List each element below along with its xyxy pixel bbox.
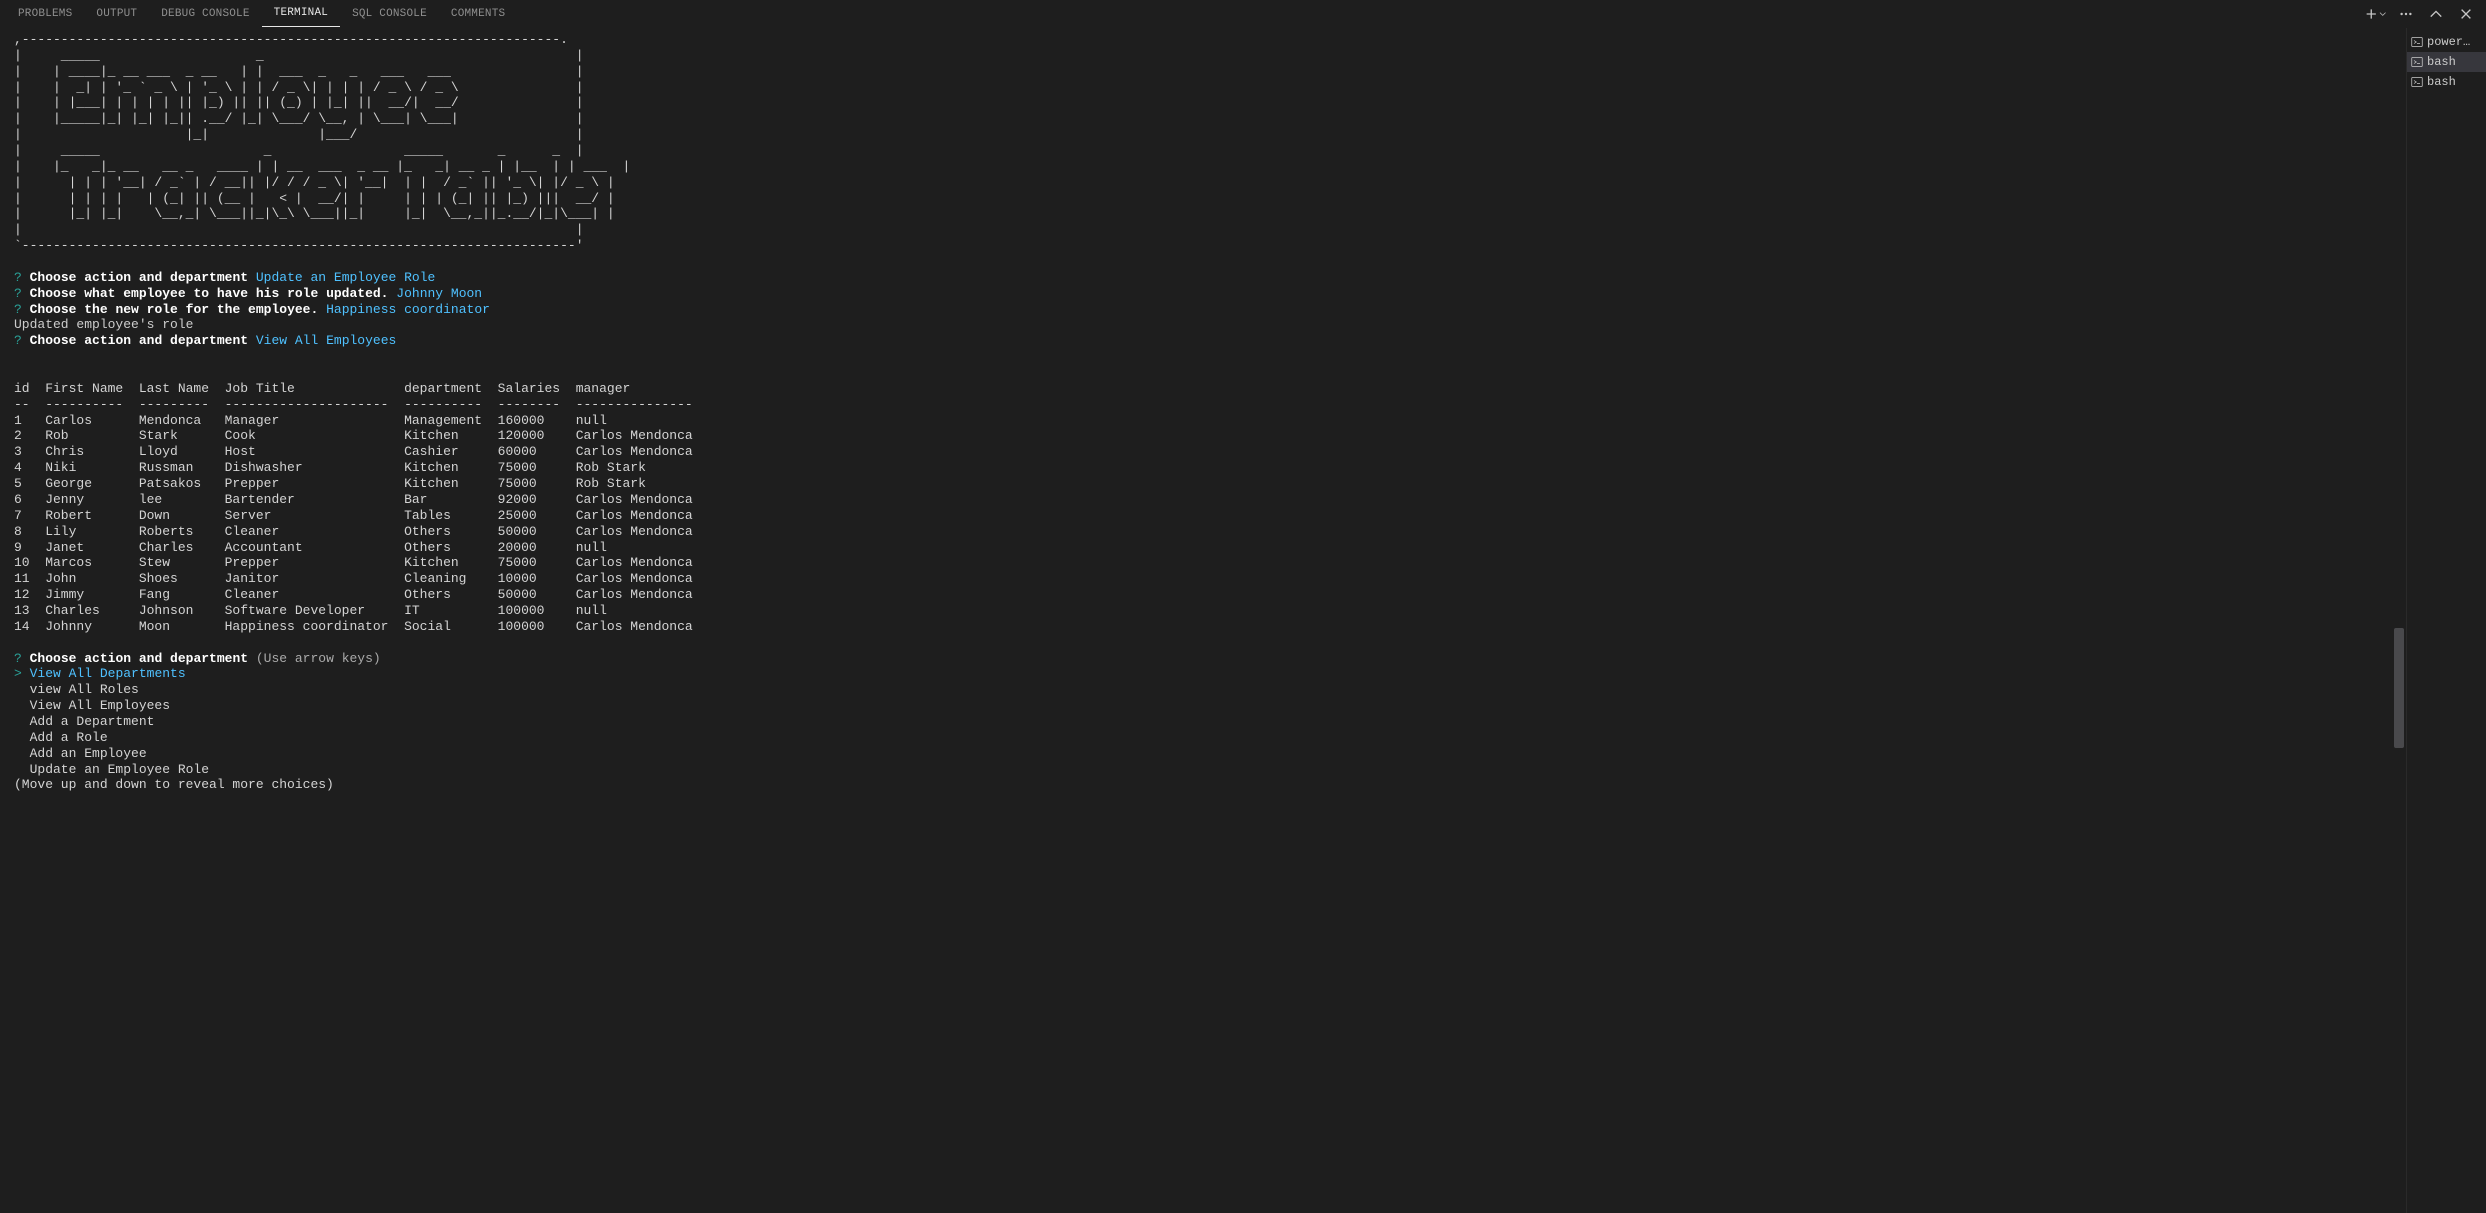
tab-debug-console[interactable]: DEBUG CONSOLE — [149, 0, 261, 27]
tab-sql-console[interactable]: SQL CONSOLE — [340, 0, 439, 27]
new-terminal-button[interactable] — [2366, 4, 2386, 24]
panel-tabs: PROBLEMS OUTPUT DEBUG CONSOLE TERMINAL S… — [0, 0, 2486, 28]
terminal-item-label: bash — [2427, 75, 2456, 89]
terminal-item-powershell[interactable]: power… — [2407, 32, 2486, 52]
terminal-icon — [2411, 76, 2423, 88]
chevron-down-icon — [2379, 9, 2387, 19]
tab-terminal[interactable]: TERMINAL — [262, 0, 340, 27]
terminal-item-label: power… — [2427, 35, 2470, 49]
terminal-viewport[interactable]: ,---------------------------------------… — [0, 28, 2406, 1213]
terminal-list: power… bash bash — [2406, 28, 2486, 1213]
maximize-panel-button[interactable] — [2426, 4, 2446, 24]
plus-icon — [2366, 7, 2377, 21]
terminal-item-bash-2[interactable]: bash — [2407, 72, 2486, 92]
more-icon[interactable] — [2396, 4, 2416, 24]
panel-actions — [2366, 4, 2480, 24]
terminal-icon — [2411, 56, 2423, 68]
tab-comments[interactable]: COMMENTS — [439, 0, 517, 27]
close-icon — [2459, 7, 2473, 21]
chevron-up-icon — [2429, 7, 2443, 21]
close-panel-button[interactable] — [2456, 4, 2476, 24]
terminal-output: ,---------------------------------------… — [0, 28, 2406, 797]
terminal-item-bash-1[interactable]: bash — [2407, 52, 2486, 72]
tab-output[interactable]: OUTPUT — [84, 0, 149, 27]
scrollbar-thumb[interactable] — [2394, 628, 2404, 748]
terminal-item-label: bash — [2427, 55, 2456, 69]
terminal-icon — [2411, 36, 2423, 48]
tab-problems[interactable]: PROBLEMS — [6, 0, 84, 27]
